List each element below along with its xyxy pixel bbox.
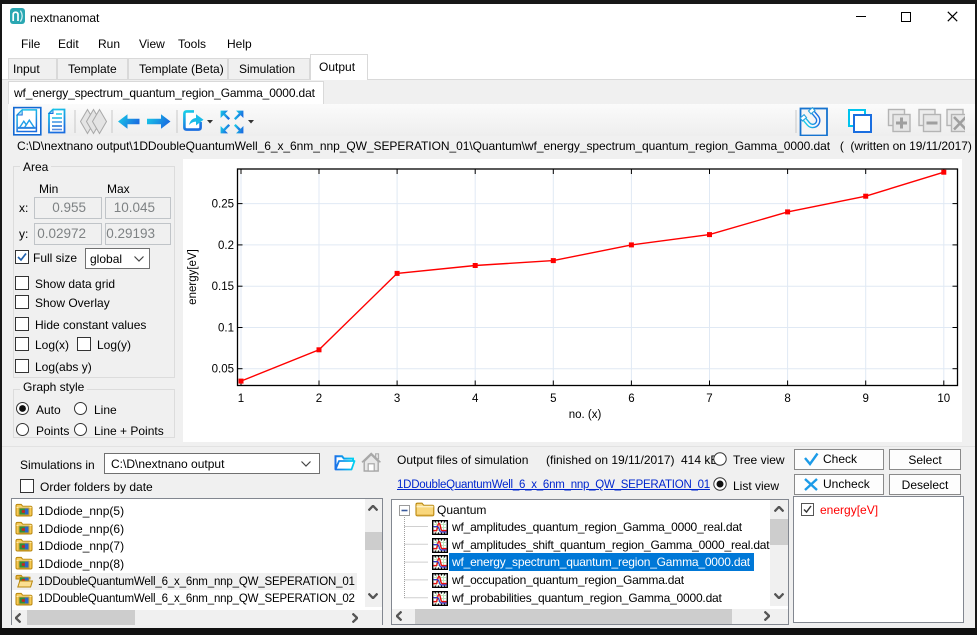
svg-text:2: 2 <box>316 393 322 405</box>
svg-text:10: 10 <box>937 393 950 405</box>
svg-text:0.2: 0.2 <box>218 240 234 252</box>
svg-text:6: 6 <box>628 393 634 405</box>
svg-text:0.05: 0.05 <box>212 364 234 376</box>
svg-text:3: 3 <box>394 393 400 405</box>
svg-text:energy[eV]: energy[eV] <box>187 249 199 305</box>
svg-text:4: 4 <box>472 393 479 405</box>
svg-text:9: 9 <box>862 393 868 405</box>
svg-text:7: 7 <box>706 393 712 405</box>
svg-text:0.25: 0.25 <box>212 199 234 211</box>
svg-text:1: 1 <box>238 393 244 405</box>
svg-text:no. (x): no. (x) <box>569 409 602 421</box>
svg-text:0.1: 0.1 <box>218 323 234 335</box>
svg-text:0.15: 0.15 <box>212 281 234 293</box>
svg-text:8: 8 <box>784 393 790 405</box>
svg-text:5: 5 <box>550 393 556 405</box>
